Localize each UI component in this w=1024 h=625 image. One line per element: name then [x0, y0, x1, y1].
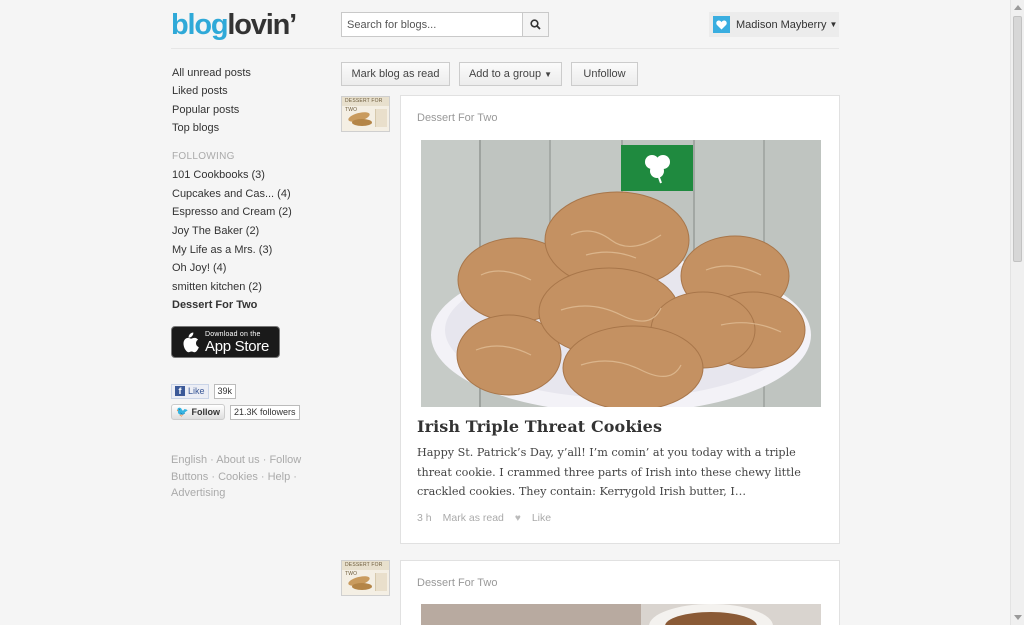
following-item[interactable]: Oh Joy! (4): [172, 259, 322, 278]
post-card: Dessert For Two: [400, 95, 840, 544]
facebook-like-button[interactable]: f Like: [171, 383, 209, 399]
heart-logo-icon: [713, 16, 730, 33]
thumbnail-label: DESSERT FOR TWO: [342, 561, 389, 577]
twitter-follow-button[interactable]: 🐦 Follow: [171, 404, 225, 420]
post-mark-read-link[interactable]: Mark as read: [443, 512, 504, 524]
scroll-up-arrow[interactable]: [1014, 5, 1022, 10]
following-item[interactable]: Cupcakes and Cas... (4): [172, 185, 322, 204]
facebook-like-label: Like: [188, 386, 205, 396]
bloglovin-logo[interactable]: bloglovin’: [171, 8, 297, 42]
blog-thumbnail[interactable]: DESSERT FOR TWO: [341, 96, 390, 132]
sidebar-item-top-blogs[interactable]: Top blogs: [172, 119, 322, 137]
sidebar-item-popular[interactable]: Popular posts: [172, 101, 322, 119]
mark-blog-read-button[interactable]: Mark blog as read: [341, 62, 450, 86]
scrollbar-thumb[interactable]: [1013, 16, 1022, 262]
thumbnail-label: DESSERT FOR TWO: [342, 97, 389, 113]
page-scrollbar[interactable]: [1010, 0, 1024, 625]
sidebar: All unread posts Liked posts Popular pos…: [172, 64, 322, 315]
post-image[interactable]: [421, 604, 821, 625]
search-icon: [530, 19, 541, 30]
following-heading: FOLLOWING: [172, 151, 235, 163]
blog-thumbnail[interactable]: DESSERT FOR TWO: [341, 560, 390, 596]
twitter-followers-count: 21.3K followers: [229, 404, 300, 420]
post-photo: [421, 604, 821, 625]
post-blog-name[interactable]: Dessert For Two: [417, 577, 498, 589]
following-item-active[interactable]: Dessert For Two: [172, 296, 322, 315]
chevron-down-icon: ▼: [829, 20, 838, 29]
sidebar-item-liked[interactable]: Liked posts: [172, 82, 322, 100]
header-divider: [171, 48, 839, 49]
post-excerpt: Happy St. Patrick’s Day, y’all! I’m comi…: [417, 446, 801, 499]
cookies-photo: [421, 140, 821, 407]
twitter-follow-row: 🐦 Follow 21.3K followers: [171, 404, 300, 420]
facebook-like-row: f Like 39k: [171, 383, 237, 399]
thumbnail-cookie: [352, 583, 372, 590]
logo-blog: blog: [171, 9, 229, 41]
scroll-down-arrow[interactable]: [1014, 615, 1022, 620]
post-meta: 3 h Mark as read ♥ Like: [417, 512, 573, 524]
app-store-badge[interactable]: Download on the App Store: [171, 326, 280, 358]
following-item[interactable]: smitten kitchen (2): [172, 278, 322, 297]
search-input[interactable]: [342, 13, 522, 36]
following-item[interactable]: Espresso and Cream (2): [172, 203, 322, 222]
chevron-down-icon: ▼: [544, 69, 553, 79]
following-item[interactable]: Joy The Baker (2): [172, 222, 322, 241]
heart-icon: ♥: [514, 512, 521, 524]
twitter-bird-icon: 🐦: [176, 406, 189, 418]
logo-lovin: lovin’: [227, 9, 297, 41]
appstore-big-text: App Store: [205, 337, 270, 355]
unfollow-button[interactable]: Unfollow: [571, 62, 638, 86]
add-to-group-label: Add to a group: [468, 68, 542, 80]
following-item[interactable]: My Life as a Mrs. (3): [172, 241, 322, 260]
post-like-label: Like: [531, 512, 552, 524]
user-menu[interactable]: Madison Mayberry ▼: [709, 12, 839, 37]
footer-links[interactable]: English · About us · Follow Buttons · Co…: [171, 452, 311, 502]
facebook-icon: f: [175, 386, 185, 396]
appstore-small-text: Download on the: [205, 330, 261, 338]
twitter-follow-label: Follow: [191, 407, 220, 417]
post-image[interactable]: [421, 140, 821, 407]
post-title[interactable]: Irish Triple Threat Cookies: [417, 417, 662, 436]
thumbnail-jar: [375, 573, 387, 591]
add-to-group-button[interactable]: Add to a group ▼: [459, 62, 562, 86]
thumbnail-cookie: [352, 119, 372, 126]
post-card: Dessert For Two: [400, 560, 840, 625]
post-blog-name[interactable]: Dessert For Two: [417, 112, 498, 124]
post-time: 3 h: [417, 512, 432, 524]
thumbnail-jar: [375, 109, 387, 127]
apple-icon: [183, 332, 199, 352]
facebook-like-count: 39k: [213, 383, 237, 399]
post-like-link[interactable]: ♥ Like: [515, 512, 562, 524]
user-name: Madison Mayberry: [736, 18, 827, 31]
following-item[interactable]: 101 Cookbooks (3): [172, 166, 322, 185]
search-box: [341, 12, 549, 37]
sidebar-item-all-unread[interactable]: All unread posts: [172, 64, 322, 82]
search-button[interactable]: [522, 13, 548, 36]
